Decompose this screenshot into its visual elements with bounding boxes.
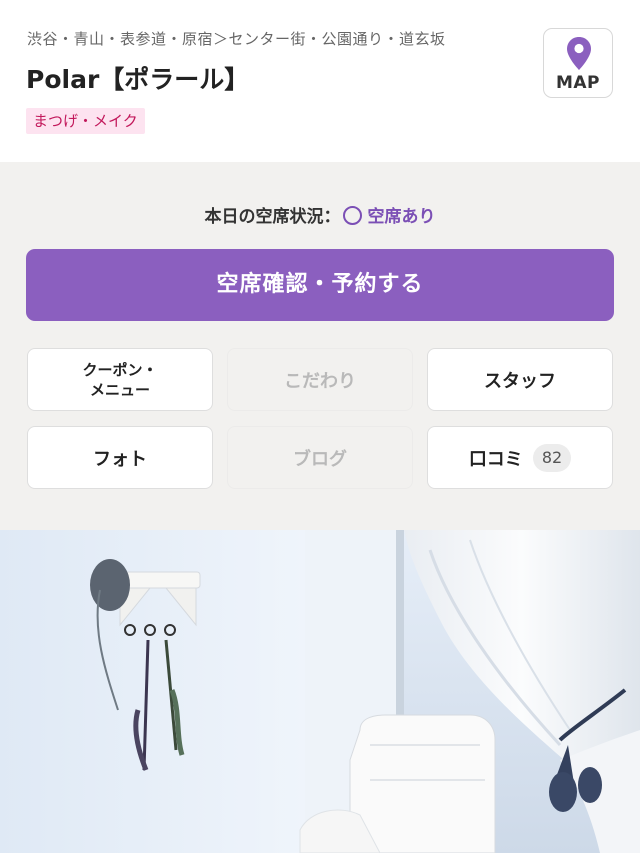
tab-staff-label: スタッフ <box>484 370 556 392</box>
shop-name: Polar【ポラール】 <box>26 65 250 94</box>
tab-photo-label: フォト <box>93 448 147 470</box>
tab-coupon-menu-line1: クーポン・ <box>82 360 158 379</box>
salon-interior-image <box>0 530 640 853</box>
tab-blog-label: ブログ <box>293 448 347 470</box>
seat-status-label: 本日の空席状況： <box>204 207 341 227</box>
seat-status-value: 空席あり <box>367 207 436 227</box>
tab-staff[interactable]: スタッフ <box>427 348 613 411</box>
map-label: MAP <box>555 73 601 93</box>
circle-icon <box>342 206 362 225</box>
tab-kodawari: こだわり <box>227 348 413 411</box>
genre-tag: まつげ・メイク <box>26 108 145 134</box>
tab-blog: ブログ <box>227 426 413 489</box>
action-panel: 本日の空席状況： 空席あり 空席確認・予約する クーポン・ メニュー こだわり ス… <box>0 162 640 530</box>
salon-photo[interactable] <box>0 530 640 853</box>
tab-reviews-label: 口コミ <box>468 448 523 470</box>
tab-coupon-menu[interactable]: クーポン・ メニュー <box>27 348 213 411</box>
reviews-count-badge: 82 <box>532 443 572 472</box>
seat-status: 本日の空席状況： 空席あり <box>0 202 640 227</box>
map-button[interactable]: MAP <box>543 28 613 98</box>
reserve-button[interactable]: 空席確認・予約する <box>26 249 614 321</box>
map-pin-icon <box>567 37 591 70</box>
tab-photo[interactable]: フォト <box>27 426 213 489</box>
area-breadcrumb[interactable]: 渋谷・青山・表参道・原宿＞センター街・公園通り・道玄坂 <box>27 28 446 49</box>
tab-kodawari-label: こだわり <box>284 370 356 392</box>
tab-reviews[interactable]: 口コミ 82 <box>427 426 613 489</box>
tab-coupon-menu-line2: メニュー <box>89 380 150 399</box>
salon-header: 渋谷・青山・表参道・原宿＞センター街・公園通り・道玄坂 Polar【ポラール】 … <box>0 0 640 162</box>
